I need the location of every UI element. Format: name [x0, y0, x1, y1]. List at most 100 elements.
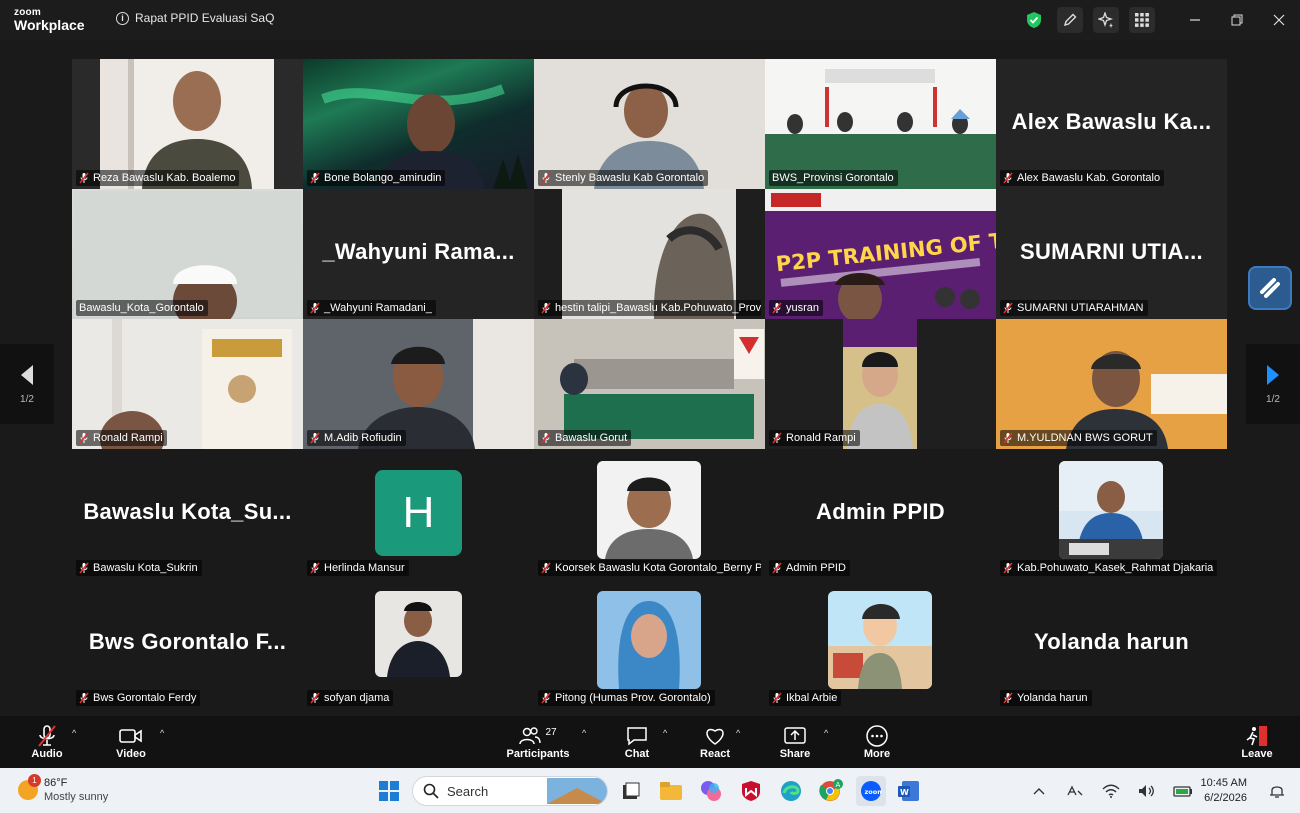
weather-widget[interactable]: 1 86°F Mostly sunny [18, 774, 108, 804]
meeting-title: Rapat PPID Evaluasi SaQ [135, 11, 275, 25]
participants-count: 27 [545, 726, 557, 738]
muted-mic-icon [310, 562, 320, 574]
participant-tile[interactable]: Admin PPID Admin PPID [765, 449, 996, 579]
wifi-icon[interactable] [1098, 778, 1124, 804]
avatar [828, 591, 932, 689]
windows-start-icon[interactable] [376, 778, 402, 804]
sun-icon: 1 [18, 774, 41, 800]
language-icon[interactable] [1062, 778, 1088, 804]
participant-tile[interactable]: _Wahyuni Rama... _Wahyuni Ramadani_ [303, 189, 534, 319]
participant-name: yusran [769, 300, 824, 316]
search-placeholder: Search [447, 783, 489, 799]
participant-tile[interactable]: H Herlinda Mansur [303, 449, 534, 579]
next-page-button[interactable]: 1/2 [1246, 344, 1300, 424]
chevron-left-icon [21, 364, 33, 385]
participant-tile[interactable]: Ikbal Arbie [765, 579, 996, 709]
participant-tile[interactable]: M.Adib Rofiudin [303, 319, 534, 449]
participant-tile[interactable]: P2P TRAINING OF TRAINER yusran [765, 189, 996, 319]
participant-tile[interactable]: Alex Bawaslu Ka... Alex Bawaslu Kab. Gor… [996, 59, 1227, 189]
edge-browser-icon[interactable] [778, 778, 804, 804]
page-indicator-left: 1/2 [20, 393, 34, 405]
react-options-chevron-icon[interactable]: ^ [736, 728, 740, 738]
participant-tile[interactable]: M.YULDNAN BWS GORUT [996, 319, 1227, 449]
chevron-right-icon [1267, 364, 1279, 385]
participant-display-name: _Wahyuni Rama... [322, 239, 515, 264]
participant-tile[interactable]: Pitong (Humas Prov. Gorontalo) [534, 579, 765, 709]
leave-button[interactable]: Leave [1240, 724, 1274, 760]
notifications-bell-icon[interactable] [1264, 778, 1290, 804]
previous-page-button[interactable]: 1/2 [0, 344, 54, 424]
participant-tile[interactable]: Bws Gorontalo F... Bws Gorontalo Ferdy [72, 579, 303, 709]
sparkle-icon[interactable] [1093, 7, 1119, 33]
chevron-up-icon[interactable] [1026, 778, 1052, 804]
file-explorer-icon[interactable] [658, 778, 684, 804]
chrome-browser-icon[interactable]: A [818, 778, 844, 804]
video-options-chevron-icon[interactable]: ^ [160, 728, 164, 738]
word-icon[interactable]: W [896, 778, 922, 804]
floating-app-icon[interactable] [1248, 266, 1292, 310]
battery-icon[interactable] [1170, 778, 1196, 804]
muted-mic-icon [541, 692, 551, 704]
participant-tile[interactable]: BWS_Provinsi Gorontalo [765, 59, 996, 189]
participant-name: Bawaslu Gorut [538, 430, 632, 446]
participants-button[interactable]: 27 Participants [506, 724, 570, 761]
muted-microphone-icon [28, 724, 66, 748]
participants-icon: 27 [506, 724, 570, 748]
search-highlight-image [547, 778, 607, 804]
participant-tile[interactable]: Bone Bolango_amirudin [303, 59, 534, 189]
grid-icon[interactable] [1129, 7, 1155, 33]
audio-button[interactable]: Audio [28, 724, 66, 760]
shield-check-icon[interactable] [1021, 7, 1047, 33]
leave-door-icon [1240, 724, 1274, 748]
participant-tile[interactable]: sofyan djama [303, 579, 534, 709]
participant-tile-active-speaker[interactable]: Bawaslu_Kota_Gorontalo [72, 189, 303, 319]
participant-tile[interactable]: Kab.Pohuwato_Kasek_Rahmat Djakaria [996, 449, 1227, 579]
taskbar-search[interactable]: Search [412, 776, 608, 806]
restore-icon[interactable] [1216, 0, 1258, 40]
copilot-icon[interactable] [698, 778, 724, 804]
participant-tile[interactable]: hestin talipi_Bawaslu Kab.Pohuwato_Prov.… [534, 189, 765, 319]
muted-mic-icon [1003, 172, 1013, 184]
minimize-icon[interactable] [1174, 0, 1216, 40]
muted-mic-icon [772, 562, 782, 574]
share-options-chevron-icon[interactable]: ^ [824, 728, 828, 738]
clock[interactable]: 10:45 AM 6/2/2026 [1201, 776, 1247, 806]
muted-mic-icon [541, 172, 551, 184]
participant-tile[interactable]: Bawaslu Gorut [534, 319, 765, 449]
participant-tile[interactable]: SUMARNI UTIA... SUMARNI UTIARAHMAN [996, 189, 1227, 319]
participant-tile[interactable]: Bawaslu Kota_Su... Bawaslu Kota_Sukrin [72, 449, 303, 579]
muted-mic-icon [310, 692, 320, 704]
participants-options-chevron-icon[interactable]: ^ [582, 728, 586, 738]
zoom-app-icon[interactable]: zoom [856, 776, 886, 806]
pencil-icon[interactable] [1057, 7, 1083, 33]
chat-button[interactable]: Chat [622, 724, 652, 760]
zoom-workplace-logo: zoom Workplace [14, 8, 85, 33]
share-button[interactable]: Share [778, 724, 812, 760]
participant-tile[interactable]: Stenly Bawaslu Kab Gorontalo [534, 59, 765, 189]
audio-options-chevron-icon[interactable]: ^ [72, 728, 76, 738]
info-icon[interactable]: i [116, 11, 129, 25]
participant-name: M.Adib Rofiudin [307, 430, 406, 446]
chat-options-chevron-icon[interactable]: ^ [663, 728, 667, 738]
participant-tile[interactable]: Ronald Rampi [765, 319, 996, 449]
video-button[interactable]: Video [112, 724, 150, 760]
more-button[interactable]: More [862, 724, 892, 760]
participant-name: BWS_Provinsi Gorontalo [769, 170, 898, 186]
muted-mic-icon [772, 692, 782, 704]
participant-tile[interactable]: Koorsek Bawaslu Kota Gorontalo_Berny Pa.… [534, 449, 765, 579]
close-icon[interactable] [1258, 0, 1300, 40]
clock-date: 6/2/2026 [1204, 791, 1247, 804]
task-view-icon[interactable] [618, 778, 644, 804]
logo-bottom-text: Workplace [14, 17, 85, 33]
participant-name: M.YULDNAN BWS GORUT [1000, 430, 1157, 446]
participant-name: Alex Bawaslu Kab. Gorontalo [1000, 170, 1165, 186]
volume-icon[interactable] [1134, 778, 1160, 804]
meeting-info[interactable]: i Rapat PPID Evaluasi SaQ [116, 11, 274, 25]
participant-tile[interactable]: Reza Bawaslu Kab. Boalemo [72, 59, 303, 189]
mcafee-icon[interactable] [738, 778, 764, 804]
muted-mic-icon [1003, 432, 1013, 444]
participant-tile[interactable]: Ronald Rampi [72, 319, 303, 449]
react-button[interactable]: React [698, 724, 732, 760]
muted-mic-icon [772, 432, 782, 444]
participant-tile[interactable]: Yolanda harun Yolanda harun [996, 579, 1227, 709]
